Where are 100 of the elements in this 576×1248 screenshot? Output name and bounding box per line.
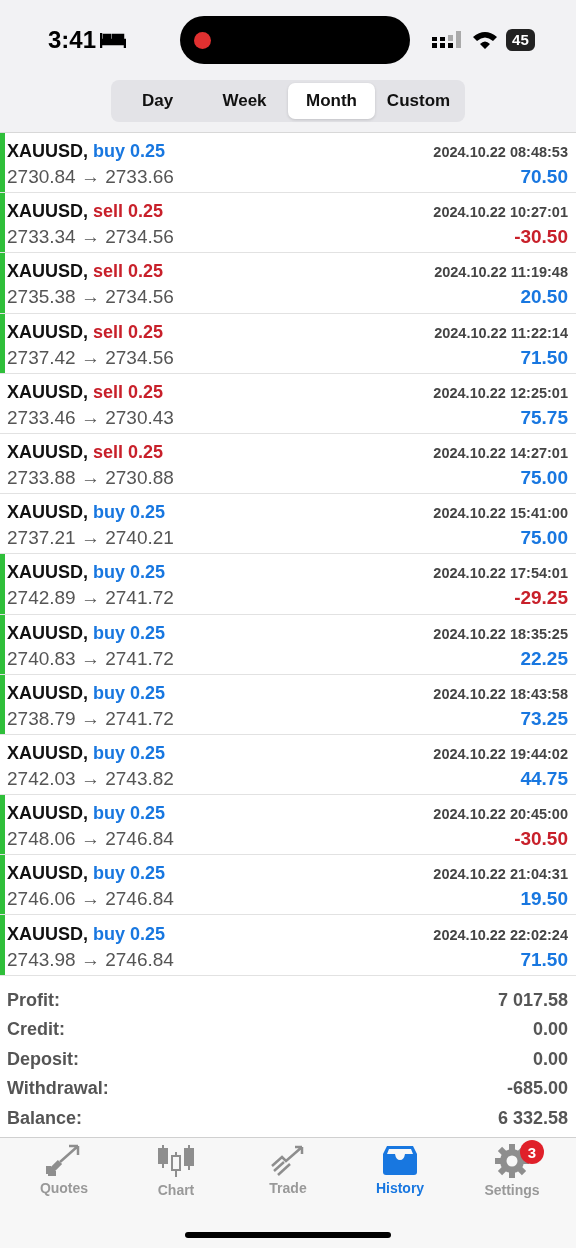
deal-symbol: XAUUSD, bbox=[7, 562, 88, 583]
summary-value: 0.00 bbox=[532, 1019, 568, 1041]
deal-profit: 70.50 bbox=[520, 166, 568, 189]
trend-icon bbox=[270, 1144, 306, 1176]
deal-symbol: XAUUSD, bbox=[7, 321, 88, 342]
period-tab[interactable]: Week bbox=[201, 83, 288, 119]
battery-level: 45 bbox=[506, 29, 535, 51]
deal-action: buy 0.25 bbox=[93, 742, 166, 763]
deal-action: buy 0.25 bbox=[93, 803, 166, 824]
deal-prices: 2740.83 → 2741.72 bbox=[7, 647, 174, 670]
deal-profit: 22.25 bbox=[520, 647, 568, 670]
summary-label: Deposit: bbox=[7, 1048, 79, 1070]
deal-profit: 71.50 bbox=[520, 948, 568, 971]
deal-row[interactable]: XAUUSD, sell 0.25 2024.10.22 11:19:48 2735.38 → 2734.56 20.50 bbox=[0, 253, 576, 314]
deal-row[interactable]: XAUUSD, sell 0.25 2024.10.22 14:27:01 2733.88 → 2730.88 75.00 bbox=[0, 433, 576, 495]
deal-time: 2024.10.22 08:48:53 bbox=[433, 144, 568, 161]
deal-prices: 2733.34 → 2734.56 bbox=[7, 226, 174, 249]
deal-profit: 75.00 bbox=[520, 467, 568, 490]
deal-time: 2024.10.22 18:43:58 bbox=[433, 685, 568, 702]
deal-row[interactable]: XAUUSD, buy 0.25 2024.10.22 20:45:00 2748.06 → 2746.84 -30.50 bbox=[0, 795, 576, 856]
deal-symbol: XAUUSD, bbox=[7, 863, 88, 884]
deal-profit: -29.25 bbox=[514, 587, 568, 610]
deal-profit: -30.50 bbox=[514, 226, 568, 249]
deal-time: 2024.10.22 11:19:48 bbox=[434, 264, 568, 281]
deal-action: buy 0.25 bbox=[93, 863, 166, 884]
deal-row[interactable]: XAUUSD, buy 0.25 2024.10.22 19:44:02 2742.03 → 2743.82 44.75 bbox=[0, 734, 576, 796]
deal-action: buy 0.25 bbox=[93, 562, 166, 583]
deal-time: 2024.10.22 19:44:02 bbox=[433, 745, 568, 762]
deal-prices: 2737.42 → 2734.56 bbox=[7, 346, 174, 369]
clock-time: 3:41 bbox=[48, 26, 97, 54]
deal-action: sell 0.25 bbox=[93, 381, 164, 402]
deal-prices: 2742.03 → 2743.82 bbox=[7, 767, 174, 790]
deal-action: sell 0.25 bbox=[93, 201, 164, 222]
summary-value: 7 017.58 bbox=[497, 989, 568, 1011]
deal-prices: 2735.38 → 2734.56 bbox=[7, 286, 174, 309]
nav-label: Quotes bbox=[39, 1180, 89, 1196]
deal-time: 2024.10.22 15:41:00 bbox=[433, 505, 568, 522]
deal-symbol: XAUUSD, bbox=[7, 742, 88, 763]
deal-profit: 71.50 bbox=[520, 346, 568, 369]
deal-row[interactable]: XAUUSD, sell 0.25 2024.10.22 10:27:01 2733.34 → 2734.56 -30.50 bbox=[0, 193, 576, 254]
deal-profit: 75.00 bbox=[520, 527, 568, 550]
deal-symbol: XAUUSD, bbox=[7, 141, 88, 162]
deal-row[interactable]: XAUUSD, buy 0.25 2024.10.22 08:48:53 2730.84 → 2733.66 70.50 bbox=[0, 133, 576, 194]
deal-action: buy 0.25 bbox=[93, 923, 166, 944]
deal-time: 2024.10.22 22:02:24 bbox=[433, 926, 568, 943]
inbox-icon bbox=[382, 1144, 418, 1176]
deal-symbol: XAUUSD, bbox=[7, 381, 88, 402]
deal-profit: 75.75 bbox=[520, 406, 568, 429]
deal-row[interactable]: XAUUSD, buy 0.25 2024.10.22 18:43:58 2738.79 → 2741.72 73.25 bbox=[0, 674, 576, 735]
nav-label: Chart bbox=[157, 1182, 195, 1198]
nav-label: History bbox=[375, 1180, 425, 1196]
summary-label: Profit: bbox=[7, 989, 60, 1011]
deal-prices: 2733.88 → 2730.88 bbox=[7, 467, 174, 490]
period-tab[interactable]: Day bbox=[114, 83, 201, 119]
deal-row[interactable]: XAUUSD, sell 0.25 2024.10.22 12:25:01 2733.46 → 2730.43 75.75 bbox=[0, 373, 576, 434]
deal-action: sell 0.25 bbox=[93, 321, 164, 342]
deal-profit: 44.75 bbox=[520, 767, 568, 790]
deal-row[interactable]: XAUUSD, buy 0.25 2024.10.22 21:04:31 2746.06 → 2746.84 19.50 bbox=[0, 855, 576, 916]
deal-row[interactable]: XAUUSD, buy 0.25 2024.10.22 15:41:00 2737.21 → 2740.21 75.00 bbox=[0, 494, 576, 555]
deal-row[interactable]: XAUUSD, buy 0.25 2024.10.22 18:35:25 2740.83 → 2741.72 22.25 bbox=[0, 614, 576, 675]
nav-label: Trade bbox=[269, 1180, 307, 1196]
deal-prices: 2737.21 → 2740.21 bbox=[7, 527, 174, 550]
summary-label: Withdrawal: bbox=[7, 1078, 109, 1100]
period-tab[interactable]: Custom bbox=[375, 83, 462, 119]
deal-prices: 2743.98 → 2746.84 bbox=[7, 948, 174, 971]
deal-symbol: XAUUSD, bbox=[7, 682, 88, 703]
recording-dot bbox=[194, 31, 212, 49]
deal-symbol: XAUUSD, bbox=[7, 442, 88, 463]
deal-action: sell 0.25 bbox=[93, 442, 164, 463]
summary-value: 0.00 bbox=[532, 1048, 568, 1070]
deal-symbol: XAUUSD, bbox=[7, 261, 88, 282]
deal-prices: 2746.06 → 2746.84 bbox=[7, 888, 174, 911]
deal-profit: -30.50 bbox=[514, 828, 568, 851]
deal-row[interactable]: XAUUSD, buy 0.25 2024.10.22 22:02:24 2743.98 → 2746.84 71.50 bbox=[0, 915, 576, 976]
deal-time: 2024.10.22 17:54:01 bbox=[433, 565, 568, 582]
period-tab[interactable]: Month bbox=[288, 83, 375, 119]
arrows-icon bbox=[46, 1144, 82, 1176]
deal-time: 2024.10.22 18:35:25 bbox=[433, 625, 568, 642]
deal-row[interactable]: XAUUSD, sell 0.25 2024.10.22 11:22:14 2737.42 → 2734.56 71.50 bbox=[0, 313, 576, 374]
deal-time: 2024.10.22 12:25:01 bbox=[433, 384, 568, 401]
deal-action: buy 0.25 bbox=[93, 622, 166, 643]
deal-action: sell 0.25 bbox=[93, 261, 164, 282]
deal-profit: 19.50 bbox=[520, 888, 568, 911]
candlestick-icon bbox=[157, 1144, 195, 1178]
deal-prices: 2733.46 → 2730.43 bbox=[7, 406, 174, 429]
wifi-icon bbox=[472, 30, 499, 50]
deal-action: buy 0.25 bbox=[93, 682, 166, 703]
summary-label: Balance: bbox=[7, 1107, 83, 1129]
summary-value: 6 332.58 bbox=[497, 1107, 568, 1129]
deal-time: 2024.10.22 11:22:14 bbox=[434, 324, 568, 341]
deal-profit: 20.50 bbox=[520, 286, 568, 309]
bed-icon bbox=[100, 31, 127, 49]
nav-tab[interactable]: History bbox=[350, 1144, 450, 1198]
deal-symbol: XAUUSD, bbox=[7, 803, 88, 824]
deal-prices: 2738.79 → 2741.72 bbox=[7, 707, 174, 730]
deal-time: 2024.10.22 14:27:01 bbox=[433, 445, 568, 462]
deal-row[interactable]: XAUUSD, buy 0.25 2024.10.22 17:54:01 2742.89 → 2741.72 -29.25 bbox=[0, 554, 576, 615]
deal-action: buy 0.25 bbox=[93, 502, 166, 523]
deal-symbol: XAUUSD, bbox=[7, 201, 88, 222]
deal-profit: 73.25 bbox=[520, 707, 568, 730]
